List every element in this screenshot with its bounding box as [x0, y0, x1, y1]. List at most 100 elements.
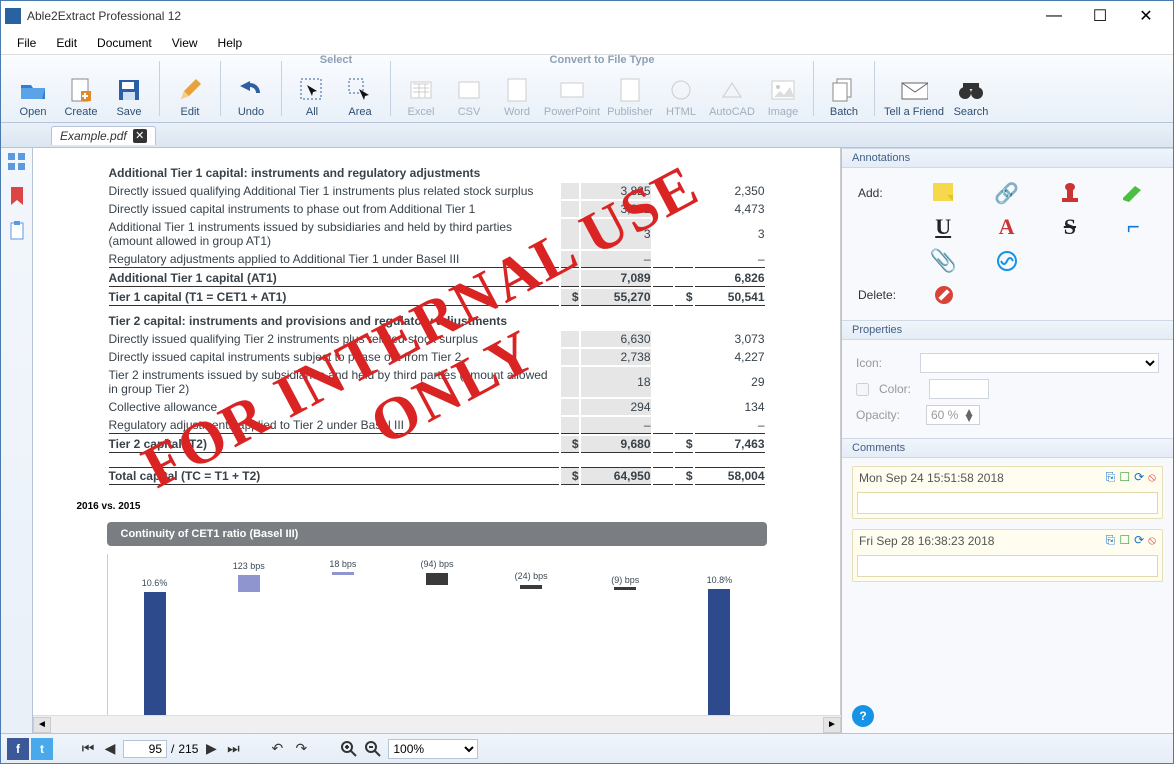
- powerpoint-icon: [558, 76, 586, 104]
- prop-icon-select[interactable]: [920, 353, 1159, 373]
- sticky-note-icon[interactable]: [911, 182, 974, 204]
- batch-icon: [830, 76, 858, 104]
- chart-title: Continuity of CET1 ratio (Basel III): [107, 522, 767, 546]
- prop-color-checkbox[interactable]: [856, 383, 869, 396]
- comment-input[interactable]: [857, 555, 1158, 577]
- file-plus-icon: [67, 76, 95, 104]
- rotate-cw-button[interactable]: ↷: [292, 740, 310, 758]
- horizontal-scrollbar[interactable]: ◄ ►: [33, 715, 841, 733]
- comments-heading: Comments: [842, 438, 1173, 458]
- total-pages: 215: [178, 742, 198, 756]
- convert-word-button[interactable]: Word: [493, 70, 541, 120]
- menu-document[interactable]: Document: [87, 34, 162, 52]
- zoom-select[interactable]: 100%: [388, 739, 478, 759]
- left-rail: [1, 148, 33, 733]
- edit-button[interactable]: Edit: [166, 70, 214, 120]
- scroll-left-button[interactable]: ◄: [33, 717, 51, 733]
- open-button[interactable]: Open: [9, 70, 57, 120]
- word-icon: [503, 76, 531, 104]
- first-page-button[interactable]: ⏮: [79, 740, 97, 758]
- comment-goto-icon[interactable]: ⎘: [1106, 533, 1116, 548]
- right-panel: Annotations Add: 🔗 U A S ⌐ 📎: [841, 148, 1173, 733]
- menu-edit[interactable]: Edit: [46, 34, 87, 52]
- select-area-button[interactable]: Area: [336, 70, 384, 120]
- comment-delete-icon[interactable]: ⦸: [1148, 470, 1156, 485]
- convert-csv-button[interactable]: CSV: [445, 70, 493, 120]
- prev-page-button[interactable]: ◀: [101, 740, 119, 758]
- squiggly-underline-icon[interactable]: A: [975, 214, 1038, 240]
- tell-friend-button[interactable]: Tell a Friend: [881, 70, 947, 120]
- bookmark-icon[interactable]: [7, 186, 27, 206]
- financial-table: Additional Tier 1 capital: instruments a…: [107, 158, 767, 487]
- search-button[interactable]: Search: [947, 70, 995, 120]
- strikethrough-icon[interactable]: S: [1038, 214, 1101, 240]
- tab-example[interactable]: Example.pdf ✕: [51, 126, 156, 145]
- convert-excel-button[interactable]: Excel: [397, 70, 445, 120]
- comment-check-icon[interactable]: ☐: [1119, 470, 1130, 485]
- prop-opacity-spinner[interactable]: 60 %▲▼: [926, 405, 980, 425]
- scroll-right-button[interactable]: ►: [823, 717, 841, 733]
- delete-label: Delete:: [858, 288, 912, 302]
- create-button[interactable]: Create: [57, 70, 105, 120]
- close-tab-icon[interactable]: ✕: [133, 129, 147, 143]
- folder-open-icon: [19, 76, 47, 104]
- tab-label: Example.pdf: [60, 129, 127, 143]
- convert-image-button[interactable]: Image: [759, 70, 807, 120]
- page-input[interactable]: [123, 740, 167, 758]
- delete-annotation-icon[interactable]: [912, 284, 976, 306]
- batch-button[interactable]: Batch: [820, 70, 868, 120]
- watermark-icon[interactable]: [975, 250, 1038, 272]
- prop-color-input[interactable]: [929, 379, 989, 399]
- undo-icon: [237, 76, 265, 104]
- last-page-button[interactable]: ⏭: [224, 740, 242, 758]
- help-icon[interactable]: ?: [852, 705, 874, 727]
- stamp-icon[interactable]: [1038, 182, 1101, 204]
- comment-refresh-icon[interactable]: ⟳: [1134, 533, 1144, 548]
- close-button[interactable]: ✕: [1123, 1, 1169, 31]
- prop-color-label: Color:: [879, 382, 919, 396]
- comment-refresh-icon[interactable]: ⟳: [1134, 470, 1144, 485]
- title-bar: Able2Extract Professional 12 — ☐ ✕: [1, 1, 1173, 31]
- comment-delete-icon[interactable]: ⦸: [1148, 533, 1156, 548]
- next-page-button[interactable]: ▶: [202, 740, 220, 758]
- comment-check-icon[interactable]: ☐: [1119, 533, 1130, 548]
- convert-html-button[interactable]: HTML: [657, 70, 705, 120]
- maximize-button[interactable]: ☐: [1077, 1, 1123, 31]
- comment-goto-icon[interactable]: ⎘: [1106, 470, 1116, 485]
- prop-opacity-label: Opacity:: [856, 408, 916, 422]
- convert-publisher-button[interactable]: Publisher: [603, 70, 657, 120]
- comment-timestamp: Fri Sep 28 16:38:23 2018: [859, 534, 994, 548]
- convert-powerpoint-button[interactable]: PowerPoint: [541, 70, 603, 120]
- annotations-heading: Annotations: [842, 148, 1173, 168]
- twitter-icon[interactable]: t: [31, 738, 53, 760]
- caret-icon[interactable]: ⌐: [1102, 214, 1165, 240]
- zoom-in-button[interactable]: [340, 740, 358, 758]
- window-title: Able2Extract Professional 12: [27, 9, 1031, 23]
- undo-button[interactable]: Undo: [227, 70, 275, 120]
- attachment-icon[interactable]: 📎: [911, 248, 974, 274]
- toolbar: Open Create Save Edit Undo Select All: [1, 55, 1173, 123]
- save-button[interactable]: Save: [105, 70, 153, 120]
- highlighter-icon[interactable]: [1102, 184, 1165, 202]
- properties-heading: Properties: [842, 320, 1173, 340]
- comment-input[interactable]: [857, 492, 1158, 514]
- comment-item[interactable]: Mon Sep 24 15:51:58 2018 ⎘☐ ⟳ ⦸: [852, 466, 1163, 519]
- clipboard-icon[interactable]: [7, 220, 27, 240]
- document-scroll-area[interactable]: FOR INTERNAL USE ONLY Additional Tier 1 …: [33, 148, 841, 715]
- menu-help[interactable]: Help: [208, 34, 253, 52]
- comment-item[interactable]: Fri Sep 28 16:38:23 2018 ⎘☐ ⟳ ⦸: [852, 529, 1163, 582]
- zoom-out-button[interactable]: [364, 740, 382, 758]
- floppy-disk-icon: [115, 76, 143, 104]
- menu-view[interactable]: View: [162, 34, 208, 52]
- select-all-button[interactable]: All: [288, 70, 336, 120]
- rotate-ccw-button[interactable]: ↶: [268, 740, 286, 758]
- menu-file[interactable]: File: [7, 34, 46, 52]
- convert-autocad-button[interactable]: AutoCAD: [705, 70, 759, 120]
- link-icon[interactable]: 🔗: [975, 181, 1038, 206]
- facebook-icon[interactable]: f: [7, 738, 29, 760]
- thumbnails-icon[interactable]: [7, 152, 27, 172]
- comment-timestamp: Mon Sep 24 15:51:58 2018: [859, 471, 1004, 485]
- underline-icon[interactable]: U: [911, 214, 974, 240]
- minimize-button[interactable]: —: [1031, 1, 1077, 31]
- menu-bar: File Edit Document View Help: [1, 31, 1173, 55]
